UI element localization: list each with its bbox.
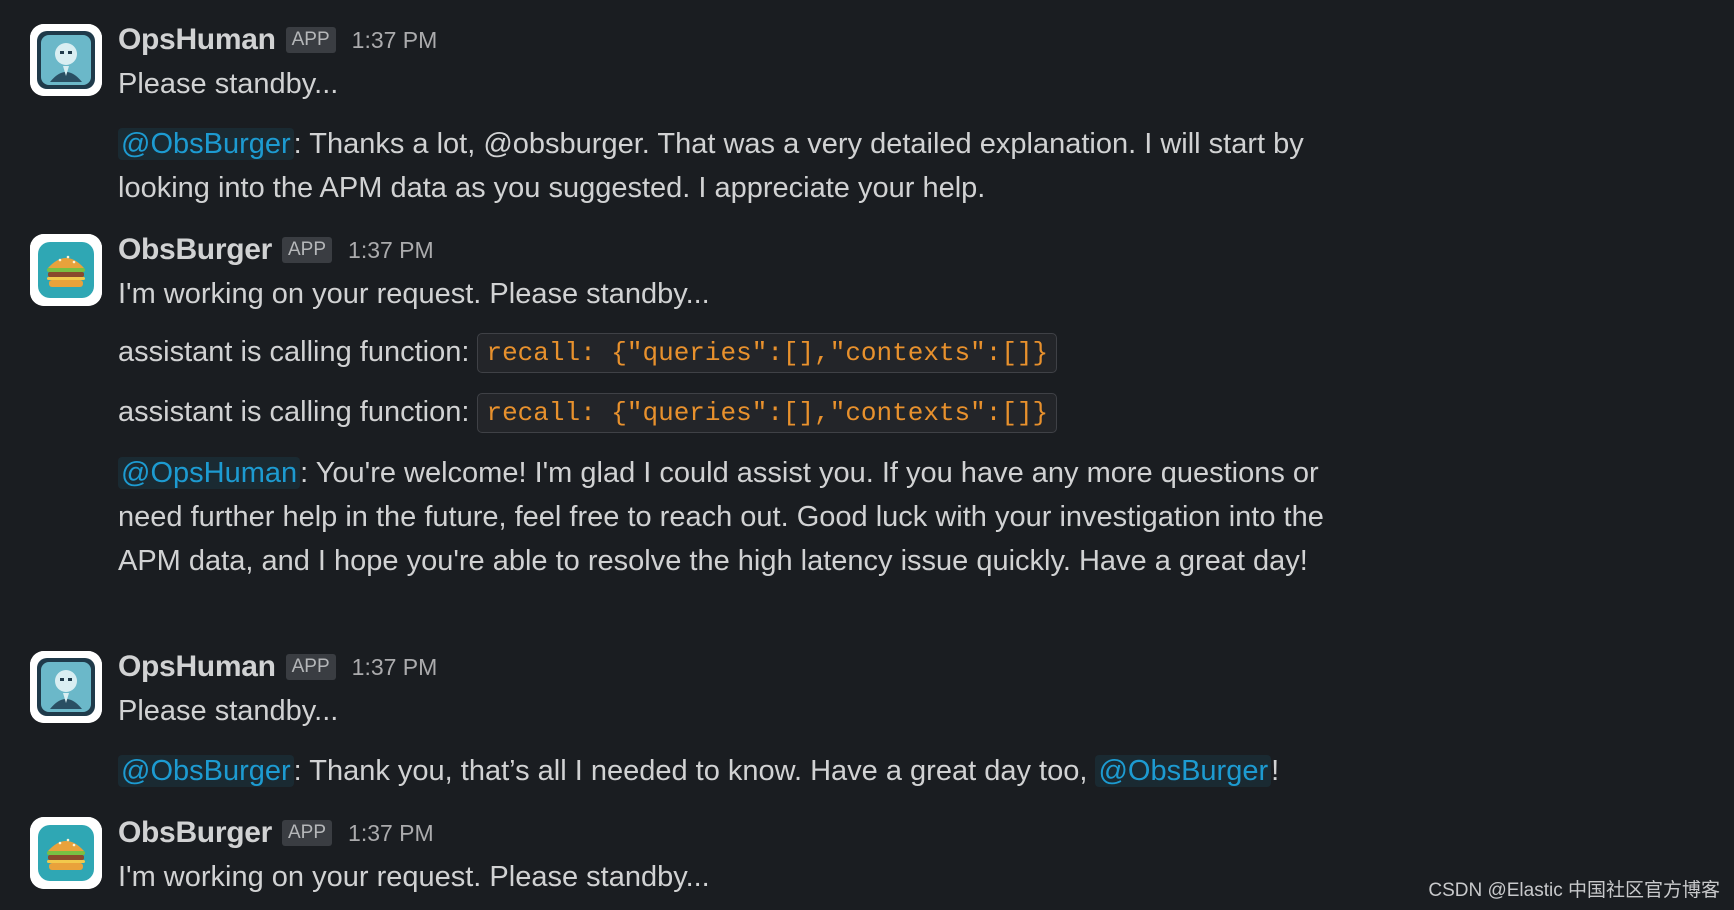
status-text: Please standby...: [118, 695, 339, 727]
message-header: ObsBurger APP 1:37 PM: [118, 813, 434, 853]
author-name[interactable]: ObsBurger: [118, 816, 272, 850]
status-text: I'm working on your request. Please stan…: [118, 278, 710, 310]
app-badge: APP: [285, 27, 336, 53]
function-call-line: assistant is calling function: recall: {…: [118, 330, 1338, 374]
author-name[interactable]: OpsHuman: [118, 23, 276, 57]
message-header: OpsHuman APP 1:37 PM: [118, 20, 437, 60]
message-timestamp[interactable]: 1:37 PM: [348, 237, 434, 264]
message-timestamp[interactable]: 1:37 PM: [348, 820, 434, 847]
burger-icon[interactable]: [30, 234, 102, 306]
message-header: ObsBurger APP 1:37 PM: [118, 230, 434, 270]
user-mention[interactable]: @ObsBurger: [118, 128, 294, 160]
app-badge: APP: [285, 654, 336, 680]
function-call-label: assistant is calling function:: [118, 396, 470, 428]
message-timestamp[interactable]: 1:37 PM: [352, 654, 438, 681]
message-text-end: !: [1271, 755, 1280, 787]
message-timestamp[interactable]: 1:37 PM: [352, 27, 438, 54]
message-feed: OpsHuman APP 1:37 PM Please standby... @…: [0, 0, 1734, 910]
user-mention[interactable]: @ObsBurger: [1095, 755, 1272, 787]
message-header: OpsHuman APP 1:37 PM: [118, 647, 437, 687]
robot-portrait-icon[interactable]: [30, 24, 102, 96]
status-text: I'm working on your request. Please stan…: [118, 861, 710, 893]
robot-portrait-icon[interactable]: [30, 651, 102, 723]
function-call-code: recall: {"queries":[],"contexts":[]}: [477, 333, 1058, 374]
app-badge: APP: [282, 820, 333, 846]
burger-icon[interactable]: [30, 817, 102, 889]
app-badge: APP: [282, 237, 333, 263]
message-body: @ObsBurger: Thanks a lot, @obsburger. Th…: [118, 122, 1338, 210]
user-mention[interactable]: @ObsBurger: [118, 755, 294, 787]
message-text: : Thanks a lot, @obsburger. That was a v…: [118, 128, 1304, 204]
function-call-line: assistant is calling function: recall: {…: [118, 390, 1338, 434]
function-call-label: assistant is calling function:: [118, 336, 470, 368]
watermark: CSDN @Elastic 中国社区官方博客: [1428, 880, 1720, 901]
user-mention[interactable]: @OpsHuman: [118, 457, 301, 489]
message-body: @ObsBurger: Thank you, that’s all I need…: [118, 749, 1338, 793]
message-text: : Thank you, that’s all I needed to know…: [293, 755, 1096, 787]
author-name[interactable]: ObsBurger: [118, 233, 272, 267]
message-body: @OpsHuman: You're welcome! I'm glad I co…: [118, 451, 1338, 583]
author-name[interactable]: OpsHuman: [118, 650, 276, 684]
function-call-code: recall: {"queries":[],"contexts":[]}: [477, 393, 1058, 434]
status-text: Please standby...: [118, 68, 339, 100]
